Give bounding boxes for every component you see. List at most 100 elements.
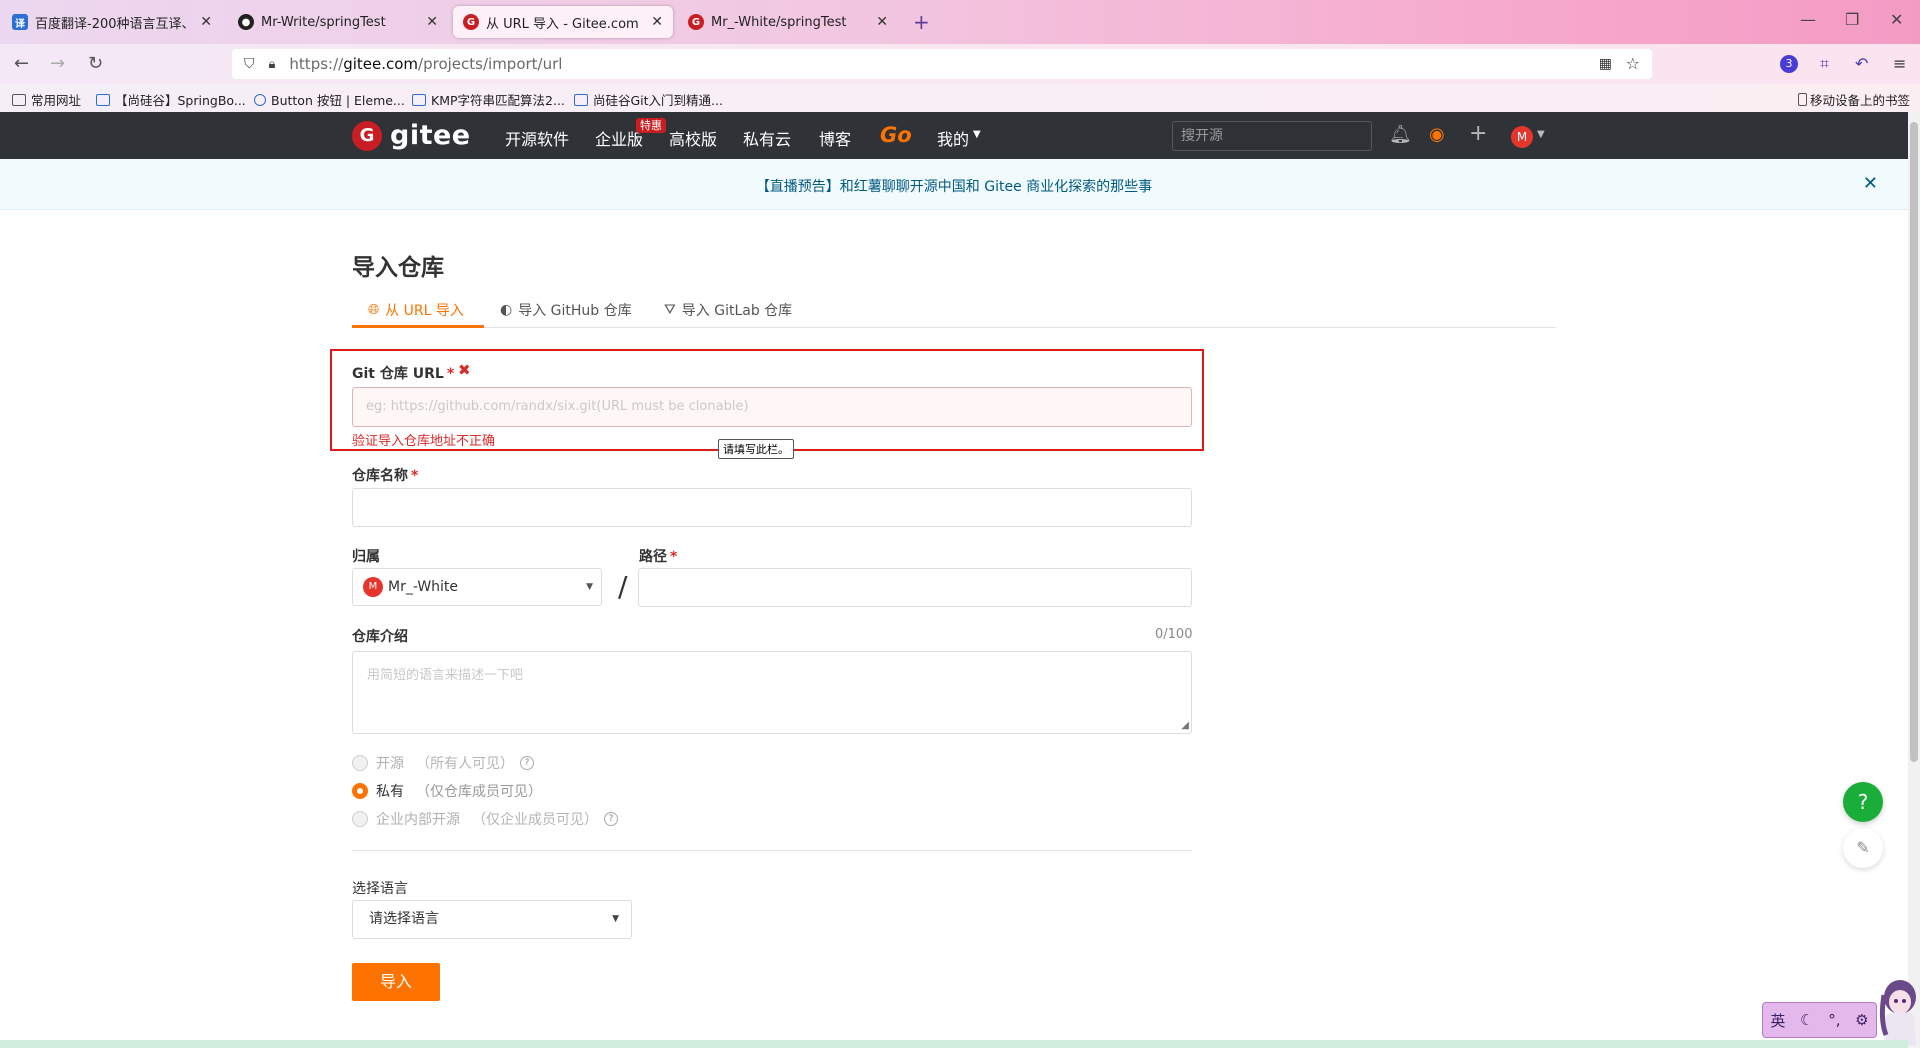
scrollbar-thumb[interactable] xyxy=(1910,122,1918,762)
radio-label: 企业内部开源 xyxy=(376,812,460,828)
undo-extension-icon[interactable]: ↶ xyxy=(1855,54,1868,73)
back-arrow-icon[interactable]: ← xyxy=(14,53,29,74)
lock-icon[interactable]: 🔒︎ xyxy=(269,57,276,72)
radio-label: 私有 xyxy=(376,784,404,800)
help-question-button[interactable]: ? xyxy=(1843,782,1883,822)
nav-open-source[interactable]: 开源软件 xyxy=(505,126,569,150)
forward-arrow-icon[interactable]: → xyxy=(50,53,65,74)
extension-badge[interactable]: 3 xyxy=(1780,55,1798,73)
page-scrollbar[interactable] xyxy=(1908,112,1920,1048)
close-tab-icon[interactable]: ✕ xyxy=(426,14,438,30)
bookmark-label: 尚硅谷Git入门到精通... xyxy=(593,93,723,108)
gitee-header: G gitee 开源软件 企业版 高校版 私有云 博客 Go 我的 ▼ xyxy=(0,112,1920,159)
tab-import-url[interactable]: 🌐︎ 从 URL 导入 xyxy=(368,300,464,320)
tab-label: 从 URL 导入 xyxy=(385,303,464,319)
radio-circle[interactable] xyxy=(352,811,368,827)
close-tab-icon[interactable]: ✕ xyxy=(876,14,888,30)
menu-icon[interactable]: ≡ xyxy=(1893,54,1906,73)
close-window-icon[interactable]: ✕ xyxy=(1890,10,1903,29)
minimize-icon[interactable]: — xyxy=(1800,10,1816,29)
resize-handle-icon[interactable]: ◢ xyxy=(1181,720,1189,731)
visibility-private-radio[interactable]: 私有 （仅仓库成员可见） xyxy=(352,781,542,801)
tab-title: Mr-Write/springTest xyxy=(261,14,386,30)
punctuation-icon[interactable]: °, xyxy=(1828,1011,1840,1029)
shield-icon[interactable]: ⛉ xyxy=(244,56,255,72)
path-input[interactable] xyxy=(638,568,1192,607)
chevron-down-icon: ▼ xyxy=(586,582,593,592)
settings-gear-icon[interactable]: ⚙ xyxy=(1855,1011,1868,1029)
restore-icon[interactable]: ❐ xyxy=(1845,10,1859,29)
crop-extension-icon[interactable]: ⌗ xyxy=(1820,54,1829,74)
git-url-input[interactable]: eg: https://github.com/randx/six.git(URL… xyxy=(352,387,1192,427)
visibility-enterprise-radio[interactable]: 企业内部开源 （仅企业成员可见） ? xyxy=(352,809,618,829)
tab-label: 导入 GitLab 仓库 xyxy=(681,303,793,319)
gitee-logo[interactable]: G gitee xyxy=(352,120,471,151)
nav-go[interactable]: Go xyxy=(880,123,912,147)
moon-icon[interactable]: ☾ xyxy=(1800,1011,1813,1029)
path-label: 路径 * xyxy=(639,546,677,566)
ime-language[interactable]: 英 xyxy=(1770,1010,1785,1031)
announcement-bar: 【直播预告】和红薯聊聊开源中国和 Gitee 商业化探索的那些事 ✕ xyxy=(0,159,1908,210)
user-avatar[interactable]: M xyxy=(1511,126,1533,148)
browser-tab-gitee-import[interactable]: G 从 URL 导入 - Gitee.com ✕ xyxy=(453,6,673,38)
tab-title: 从 URL 导入 - Gitee.com xyxy=(486,16,639,32)
nav-private-cloud[interactable]: 私有云 xyxy=(743,126,791,150)
repo-name-input[interactable] xyxy=(352,488,1192,527)
browser-tab-bar: 译 百度翻译-200种语言互译、沟通 ✕ ● Mr-Write/springTe… xyxy=(0,0,1920,44)
notification-bell-icon[interactable]: 🔔︎ xyxy=(1389,124,1412,145)
bookmark-label: Button 按钮 | Eleme... xyxy=(271,93,405,108)
nav-mine[interactable]: 我的 xyxy=(937,126,969,150)
browser-tab-github[interactable]: ● Mr-Write/springTest ✕ xyxy=(228,6,448,38)
plus-icon[interactable]: + xyxy=(1469,121,1487,146)
ime-toolbar[interactable]: 英 ☾ °, ⚙ xyxy=(1762,1002,1877,1038)
bookmark-star-icon[interactable]: ☆ xyxy=(1626,54,1640,73)
close-tab-icon[interactable]: ✕ xyxy=(651,14,663,30)
tab-import-gitlab[interactable]: ⛛ 导入 GitLab 仓库 xyxy=(664,300,792,320)
location-pin-icon[interactable]: ◉ xyxy=(1429,124,1445,145)
new-tab-plus-icon[interactable]: + xyxy=(913,10,930,34)
browser-tab-baidu-translate[interactable]: 译 百度翻译-200种语言互译、沟通 ✕ xyxy=(2,6,222,38)
close-icon[interactable]: ✕ xyxy=(1863,173,1878,194)
qr-code-icon[interactable]: ▦ xyxy=(1599,56,1612,72)
description-counter: 0/100 xyxy=(1155,627,1193,642)
browser-tab-gitee-repo[interactable]: G Mr_-White/springTest ✕ xyxy=(678,6,898,38)
gitee-logo-icon: G xyxy=(352,120,382,151)
feedback-edit-button[interactable]: ✎ xyxy=(1843,828,1883,868)
nav-education[interactable]: 高校版 xyxy=(669,126,717,150)
bookmark-item[interactable]: 尚硅谷Git入门到精通... xyxy=(574,90,723,109)
bookmark-label: 常用网址 xyxy=(31,93,82,108)
close-tab-icon[interactable]: ✕ xyxy=(200,14,212,30)
url-text[interactable]: https://gitee.com/projects/import/url xyxy=(289,55,562,73)
gitee-search-input[interactable]: 搜开源 xyxy=(1172,121,1372,151)
repo-name-label: 仓库名称 * xyxy=(352,465,418,485)
github-icon: ● xyxy=(238,14,254,30)
visibility-public-radio[interactable]: 开源 （所有人可见） ? xyxy=(352,753,534,773)
bilibili-icon xyxy=(412,93,426,106)
nav-blog[interactable]: 博客 xyxy=(819,126,851,150)
chevron-down-icon: ▼ xyxy=(612,914,619,924)
chevron-down-icon[interactable]: ▼ xyxy=(973,129,981,140)
mobile-bookmarks[interactable]: 移动设备上的书签 xyxy=(1798,90,1910,109)
bookmark-item[interactable]: KMP字符串匹配算法2... xyxy=(412,90,565,109)
bookmark-item[interactable]: 【尚硅谷】SpringBo... xyxy=(96,90,246,109)
bookmark-item[interactable]: Button 按钮 | Eleme... xyxy=(254,90,405,109)
address-bar[interactable]: ⛉ 🔒︎ https://gitee.com/projects/import/u… xyxy=(232,49,1652,79)
import-button[interactable]: 导入 xyxy=(352,963,440,1001)
language-select[interactable]: 请选择语言 ▼ xyxy=(352,900,632,939)
help-icon[interactable]: ? xyxy=(604,812,618,826)
radio-sub-label: （仅企业成员可见） xyxy=(472,812,598,828)
description-textarea[interactable]: 用简短的语言来描述一下吧 ◢ xyxy=(352,651,1192,734)
reload-icon[interactable]: ↻ xyxy=(88,53,103,74)
avatar-chevron-down-icon[interactable]: ▼ xyxy=(1537,129,1545,140)
bookmark-item[interactable]: 常用网址 xyxy=(12,90,81,109)
path-separator: / xyxy=(618,570,628,603)
radio-circle[interactable] xyxy=(352,783,368,799)
bookmark-label: KMP字符串匹配算法2... xyxy=(431,93,565,108)
help-icon[interactable]: ? xyxy=(520,756,534,770)
bottom-strip xyxy=(0,1040,1908,1048)
element-ui-icon xyxy=(254,93,266,106)
tab-import-github[interactable]: ◐ 导入 GitHub 仓库 xyxy=(500,300,632,320)
announcement-text[interactable]: 【直播预告】和红薯聊聊开源中国和 Gitee 商业化探索的那些事 xyxy=(0,176,1908,196)
radio-circle[interactable] xyxy=(352,755,368,771)
owner-select[interactable]: M Mr_-White ▼ xyxy=(352,568,602,606)
